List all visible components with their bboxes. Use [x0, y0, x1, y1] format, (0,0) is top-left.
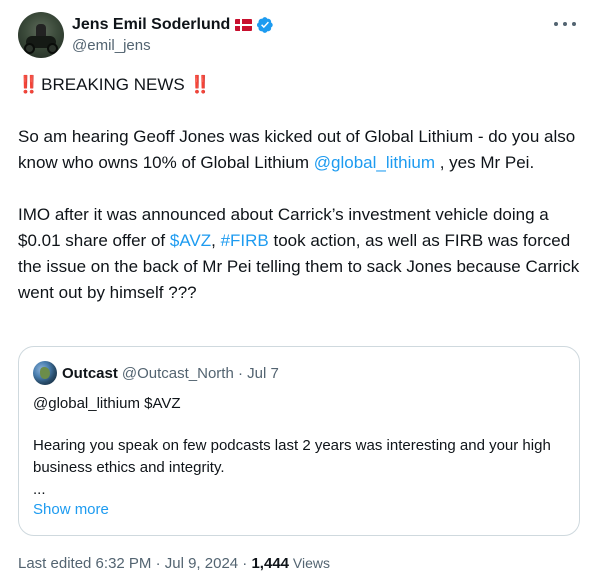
- mention-link[interactable]: @global_lithium: [314, 153, 435, 172]
- cashtag-link[interactable]: $AVZ: [170, 231, 211, 250]
- show-more-link[interactable]: Show more: [33, 501, 109, 518]
- hashtag-link[interactable]: #FIRB: [221, 231, 269, 250]
- quoted-line-1: @global_lithium $AVZ: [33, 395, 181, 412]
- tweet-headline: ‼️ BREAKING NEWS ‼️: [18, 75, 211, 94]
- tweet-meta: Last edited 6:32 PM · Jul 9, 2024 · 1,44…: [18, 555, 330, 572]
- quoted-tweet-body: @global_lithium $AVZ Hearing you speak o…: [33, 393, 567, 501]
- tweet-header: Jens Emil Soderlund @emil_jens: [18, 12, 580, 60]
- quoted-author-avatar[interactable]: [33, 361, 57, 385]
- author-handle[interactable]: @emil_jens: [72, 37, 274, 54]
- denmark-flag-icon: [235, 19, 253, 31]
- tweet-paragraph-1: So am hearing Geoff Jones was kicked out…: [18, 127, 576, 172]
- more-options-icon[interactable]: [554, 16, 576, 32]
- double-exclamation-icon: ‼️: [18, 75, 39, 94]
- views-label: Views: [289, 555, 330, 571]
- quoted-tweet[interactable]: Outcast @Outcast_North · Jul 7 @global_l…: [18, 346, 580, 536]
- author-avatar[interactable]: [18, 12, 64, 58]
- verified-badge-icon[interactable]: [256, 16, 274, 34]
- double-exclamation-icon: ‼️: [189, 75, 211, 94]
- author-display-name[interactable]: Jens Emil Soderlund: [72, 16, 230, 34]
- views-count: 1,444: [251, 555, 290, 572]
- quoted-ellipsis: ...: [33, 481, 46, 498]
- quoted-line-2: Hearing you speak on few podcasts last 2…: [33, 437, 551, 476]
- quoted-tweet-header: Outcast @Outcast_North · Jul 7: [33, 361, 279, 385]
- edited-timestamp[interactable]: Last edited 6:32 PM · Jul 9, 2024 ·: [18, 555, 251, 572]
- author-names: Jens Emil Soderlund @emil_jens: [72, 15, 274, 54]
- tweet-text: ‼️ BREAKING NEWS ‼️ So am hearing Geoff Jo…: [18, 72, 584, 306]
- quoted-author-handle-date: @Outcast_North · Jul 7: [121, 364, 279, 382]
- tweet-paragraph-2: IMO after it was announced about Carrick…: [18, 205, 580, 302]
- quoted-author-name[interactable]: Outcast: [62, 365, 118, 382]
